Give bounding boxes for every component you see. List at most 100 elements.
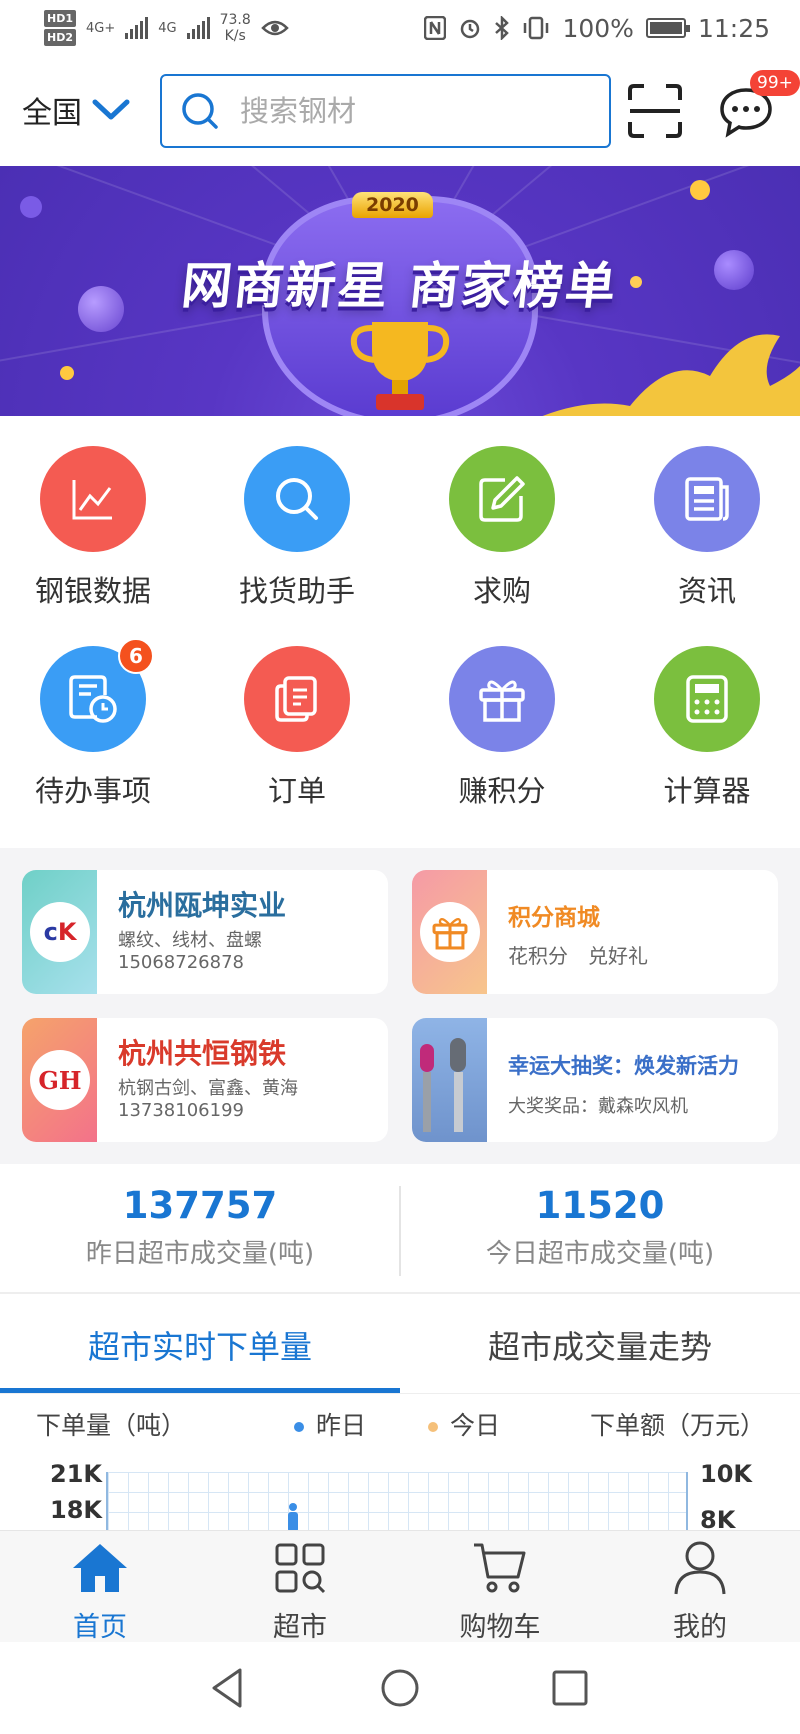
tab-realtime-orders[interactable]: 超市实时下单量 [0,1296,400,1394]
user-icon [600,1537,800,1599]
card-title: 积分商城 [508,905,600,931]
grid-label: 求购 [472,574,531,608]
stat-caption: 昨日超市成交量(吨) [85,1239,315,1269]
y-right-tick: 8K [700,1506,736,1530]
grid-label: 资讯 [677,574,736,608]
region-selector[interactable]: 全国 [22,88,130,132]
nav-profile[interactable]: 我的 [600,1537,800,1644]
card-title: 幸运大抽奖：焕发新活力 [508,1054,739,1078]
todo-badge: 6 [118,638,154,674]
decor-ball [690,180,710,200]
cart-icon [400,1537,600,1599]
nav-market[interactable]: 超市 [200,1537,400,1644]
market-stats: 137757 昨日超市成交量(吨) 11520 今日超市成交量(吨) [0,1164,800,1294]
home-circle-icon[interactable] [378,1666,422,1710]
promo-card-lucky-draw[interactable]: 幸运大抽奖：焕发新活力 大奖奖品：戴森吹风机 [412,1018,778,1142]
gh-logo-icon: GH [30,1050,90,1110]
bluetooth-icon [495,16,510,40]
grid-item-todo[interactable]: 6 待办事项 [0,638,193,810]
tab-volume-trend[interactable]: 超市成交量走势 [400,1296,800,1394]
grid-item-calculator[interactable]: 计算器 [607,646,800,810]
back-icon[interactable] [206,1666,250,1710]
grid-label: 赚积分 [458,774,546,808]
gold-splash [542,334,800,416]
speed-value: 73.8 [219,12,251,28]
hd1-label: HD1 [44,10,76,27]
nav-home[interactable]: 首页 [0,1537,200,1644]
card-subtitle: 杭钢古剑、富鑫、黄海 [118,1078,298,1099]
grid-item-earn-points[interactable]: 赚积分 [402,646,602,810]
legend-yesterday: 昨日 [294,1406,366,1442]
decor-ball [60,366,74,380]
battery-percent: 100% [562,13,634,43]
grid-label: 订单 [267,774,326,808]
decor-ball [714,250,754,290]
grid-label: 找货助手 [238,574,355,608]
y-left-tick: 21K [50,1460,102,1488]
nav-label: 我的 [673,1612,727,1643]
person-marker-icon [288,1503,298,1530]
nav-label: 超市 [273,1612,327,1643]
card-phone: 15068726878 [118,952,244,973]
system-nav-bar [0,1642,800,1734]
ck-logo-icon: cK [30,902,90,962]
nav-label: 首页 [73,1612,127,1643]
search-icon [182,93,218,129]
hd2-label: HD2 [44,29,76,46]
edit-icon [449,446,555,552]
grid-item-purchase[interactable]: 求购 [402,446,602,610]
signal-icon [125,17,149,39]
decor-ball [78,286,124,332]
clock: 11:25 [697,13,770,43]
bottom-nav: 首页 超市 购物车 我的 [0,1530,800,1644]
card-title: 杭州瓯坤实业 [118,889,287,922]
document-icon [244,646,350,752]
nav-label: 购物车 [459,1612,541,1643]
network-type-1: 4G+ [86,20,116,36]
signal-icon-2 [186,17,210,39]
trophy-icon [350,322,450,410]
home-icon [0,1537,200,1599]
search-input[interactable] [240,94,540,128]
card-subtitle: 花积分 兑好礼 [508,944,648,968]
recents-icon[interactable] [548,1666,592,1710]
promo-banner[interactable]: 2020 网商新星 商家榜单 [0,166,800,416]
calculator-icon [654,646,760,752]
vibrate-icon [524,16,549,40]
legend-label: 昨日 [316,1411,367,1440]
scan-icon[interactable] [628,84,682,138]
promo-card-points-mall[interactable]: 积分商城 花积分 兑好礼 [412,870,778,994]
news-icon [654,446,760,552]
chart-grid [106,1472,688,1530]
message-badge: 99+ [750,70,800,96]
active-tab-indicator [0,1388,400,1393]
grid-item-find-goods[interactable]: 找货助手 [197,446,397,610]
search-icon [244,446,350,552]
y-right-tick: 10K [700,1460,752,1488]
battery-icon [645,18,690,38]
grid-item-news[interactable]: 资讯 [607,446,800,610]
legend-dot-today [428,1422,438,1432]
speed-unit: K/s [224,28,246,44]
stat-value: 137757 [122,1184,278,1227]
y-left-tick: 18K [50,1496,102,1524]
gift-icon [420,902,480,962]
promo-card-oukun[interactable]: cK 杭州瓯坤实业 螺纹、线材、盘螺 15068726878 [22,870,388,994]
nav-cart[interactable]: 购物车 [400,1537,600,1644]
eye-icon [261,20,289,36]
card-subtitle: 大奖奖品：戴森吹风机 [508,1096,688,1117]
grid-item-steel-data[interactable]: 钢银数据 [0,446,193,610]
network-speed: 73.8 K/s [220,12,251,44]
legend-today: 今日 [428,1406,500,1442]
banner-year: 2020 [352,192,433,218]
legend-dot-yesterday [294,1422,304,1432]
promo-card-gongheng[interactable]: GH 杭州共恒钢铁 杭钢古剑、富鑫、黄海 13738106199 [22,1018,388,1142]
grid-item-orders[interactable]: 订单 [197,646,397,810]
legend-label: 今日 [450,1411,501,1440]
search-bar[interactable] [160,74,611,148]
chart-icon [40,446,146,552]
banner-title: 网商新星 商家榜单 [178,257,621,315]
todo-icon: 6 [40,638,154,752]
card-phone: 13738106199 [118,1100,244,1121]
network-type-2: 4G [158,20,177,36]
